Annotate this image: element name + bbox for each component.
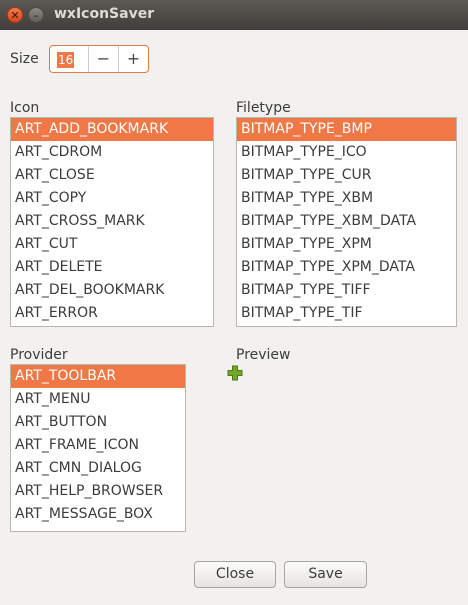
filetype-list-item[interactable]: BITMAP_TYPE_XPM_DATA <box>237 256 456 279</box>
filetype-list-item[interactable]: BITMAP_TYPE_BMP <box>237 118 456 141</box>
icon-list-item[interactable]: ART_ADD_BOOKMARK <box>11 118 213 141</box>
icon-list-item[interactable]: ART_CLOSE <box>11 164 213 187</box>
filetype-list-item[interactable]: BITMAP_TYPE_ICO <box>237 141 456 164</box>
provider-list[interactable]: ART_TOOLBAR ART_MENU ART_BUTTON ART_FRAME_I… <box>10 364 186 532</box>
filetype-list-item[interactable]: BITMAP_TYPE_TIF <box>237 302 456 325</box>
size-decrement-button[interactable]: − <box>89 46 118 72</box>
icon-list-item[interactable]: ART_DEL_BOOKMARK <box>11 279 213 302</box>
close-icon: ✕ <box>10 9 20 22</box>
title-bar: ✕ – wxIconSaver <box>0 0 468 30</box>
window-minimize-button[interactable]: – <box>28 7 44 23</box>
size-increment-button[interactable]: + <box>119 46 148 72</box>
add-bookmark-icon <box>227 365 243 381</box>
filetype-list-label: Filetype <box>236 100 291 116</box>
provider-list-item[interactable]: ART_CMN_DIALOG <box>11 457 185 480</box>
filetype-list[interactable]: BITMAP_TYPE_BMP BITMAP_TYPE_ICO BITMAP_TYP… <box>236 117 457 327</box>
icon-list-label: Icon <box>10 100 40 116</box>
minimize-icon: – <box>33 9 39 22</box>
filetype-list-item[interactable]: BITMAP_TYPE_TIFF <box>237 279 456 302</box>
filetype-list-item[interactable]: BITMAP_TYPE_CUR <box>237 164 456 187</box>
close-button[interactable]: Close <box>194 561 276 588</box>
provider-list-item[interactable]: ART_MESSAGE_BOX <box>11 503 185 526</box>
icon-list-item[interactable]: ART_CROSS_MARK <box>11 210 213 233</box>
icon-list-item[interactable]: ART_ERROR <box>11 302 213 325</box>
save-button[interactable]: Save <box>284 561 367 588</box>
size-spin-control: 16 − + <box>49 45 149 73</box>
provider-list-item[interactable]: ART_MENU <box>11 388 185 411</box>
provider-list-item[interactable]: ART_BUTTON <box>11 411 185 434</box>
window-title: wxIconSaver <box>54 6 155 22</box>
icon-list[interactable]: ART_ADD_BOOKMARK ART_CDROM ART_CLOSE ART_CO… <box>10 117 214 327</box>
icon-list-item[interactable]: ART_DELETE <box>11 256 213 279</box>
preview-label: Preview <box>236 347 291 363</box>
provider-list-item[interactable]: ART_TOOLBAR <box>11 365 185 388</box>
icon-list-item[interactable]: ART_COPY <box>11 187 213 210</box>
icon-list-item[interactable]: ART_CDROM <box>11 141 213 164</box>
provider-list-item[interactable]: ART_FRAME_ICON <box>11 434 185 457</box>
main-window: ✕ – wxIconSaver Size 16 − + Icon ART_ADD… <box>0 0 468 605</box>
size-label: Size <box>10 51 39 67</box>
filetype-list-item[interactable]: BITMAP_TYPE_XBM <box>237 187 456 210</box>
filetype-list-item[interactable]: BITMAP_TYPE_XBM_DATA <box>237 210 456 233</box>
icon-list-item[interactable]: ART_CUT <box>11 233 213 256</box>
size-input[interactable]: 16 <box>57 52 75 68</box>
filetype-list-item[interactable]: BITMAP_TYPE_XPM <box>237 233 456 256</box>
provider-list-item[interactable]: ART_HELP_BROWSER <box>11 480 185 503</box>
window-close-button[interactable]: ✕ <box>7 7 23 23</box>
provider-list-label: Provider <box>10 347 68 363</box>
